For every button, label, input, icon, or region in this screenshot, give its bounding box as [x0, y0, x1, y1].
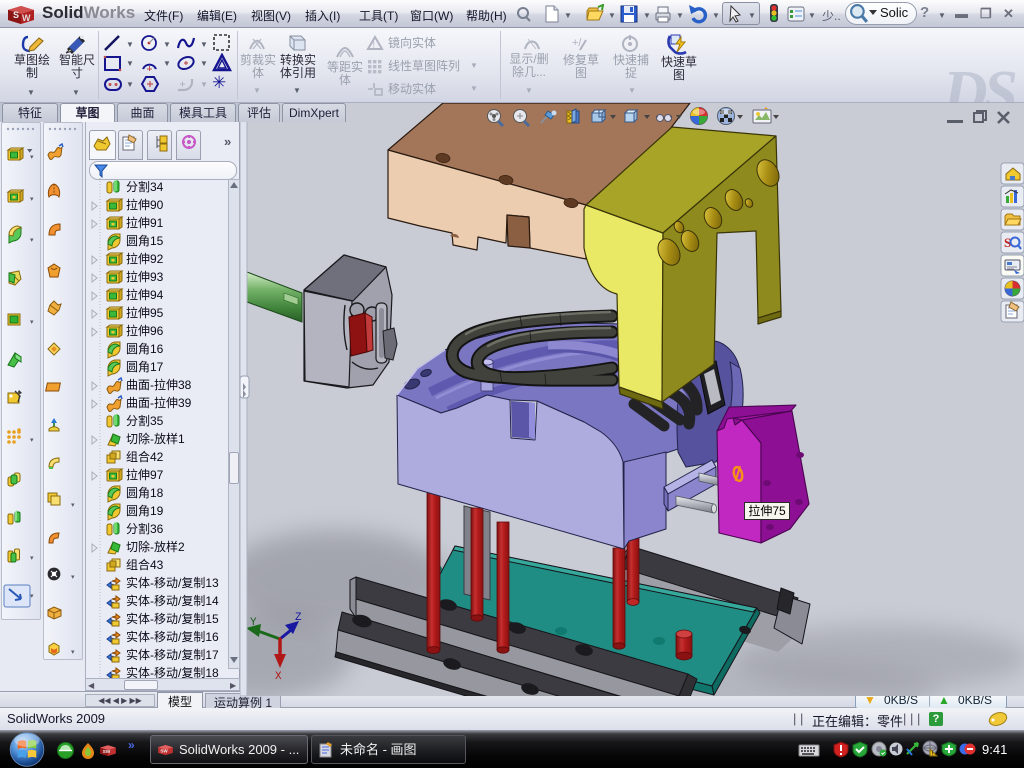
svg-text:曲面-拉伸38: 曲面-拉伸38 — [126, 377, 192, 392]
svg-text:!: ! — [373, 40, 376, 50]
svg-text:▾: ▾ — [30, 593, 34, 600]
svg-text:▾: ▾ — [30, 196, 34, 203]
svg-text:W: W — [22, 13, 31, 23]
svg-text:拉伸91: 拉伸91 — [126, 215, 164, 230]
svg-text:分割34: 分割34 — [126, 179, 164, 194]
svg-text:▾: ▾ — [30, 237, 34, 244]
svg-text:圆角15: 圆角15 — [126, 234, 164, 248]
svg-text:S: S — [13, 10, 19, 20]
svg-text:实体-移动/复制14: 实体-移动/复制14 — [126, 593, 219, 608]
svg-text:切除-放样1: 切除-放样1 — [126, 431, 185, 446]
svg-text:拉伸92: 拉伸92 — [126, 251, 164, 266]
svg-text:圆角17: 圆角17 — [126, 360, 164, 374]
svg-text:实体-移动/复制17: 实体-移动/复制17 — [126, 647, 219, 662]
svg-text:圆角18: 圆角18 — [126, 486, 164, 500]
svg-text:Y: Y — [250, 617, 257, 629]
svg-text:▾: ▾ — [71, 649, 75, 656]
svg-text:拉伸90: 拉伸90 — [126, 197, 164, 212]
svg-text:组合42: 组合42 — [126, 449, 164, 464]
svg-text:拉伸97: 拉伸97 — [126, 467, 164, 482]
svg-text:圆角16: 圆角16 — [126, 342, 164, 356]
svg-text:▾: ▾ — [71, 574, 75, 581]
svg-text:▾: ▾ — [30, 319, 34, 326]
svg-text:拉伸93: 拉伸93 — [126, 269, 164, 284]
svg-text:拉伸94: 拉伸94 — [126, 287, 164, 302]
svg-text:组合43: 组合43 — [126, 557, 164, 572]
svg-text:圆角19: 圆角19 — [126, 504, 164, 518]
svg-text:实体-移动/复制13: 实体-移动/复制13 — [126, 575, 219, 590]
svg-text:曲面-拉伸39: 曲面-拉伸39 — [126, 395, 192, 410]
svg-text:实体-移动/复制16: 实体-移动/复制16 — [126, 629, 219, 644]
svg-text:▾: ▾ — [71, 502, 75, 509]
svg-text:分割35: 分割35 — [126, 413, 164, 428]
svg-text:»: » — [224, 134, 231, 149]
svg-text:SW: SW — [103, 749, 111, 755]
svg-text:拉伸95: 拉伸95 — [126, 305, 164, 320]
svg-text:分割36: 分割36 — [126, 521, 164, 536]
svg-text:▾: ▾ — [30, 437, 34, 444]
svg-text:拉伸96: 拉伸96 — [126, 323, 164, 338]
svg-text:切除-放样2: 切除-放样2 — [126, 539, 185, 554]
svg-text:▾: ▾ — [30, 555, 34, 562]
svg-text:SW: SW — [160, 748, 168, 753]
svg-text:Z: Z — [295, 612, 302, 624]
svg-text:X: X — [275, 671, 282, 683]
svg-text:实体-移动/复制15: 实体-移动/复制15 — [126, 611, 219, 626]
svg-text:▾: ▾ — [30, 154, 34, 161]
